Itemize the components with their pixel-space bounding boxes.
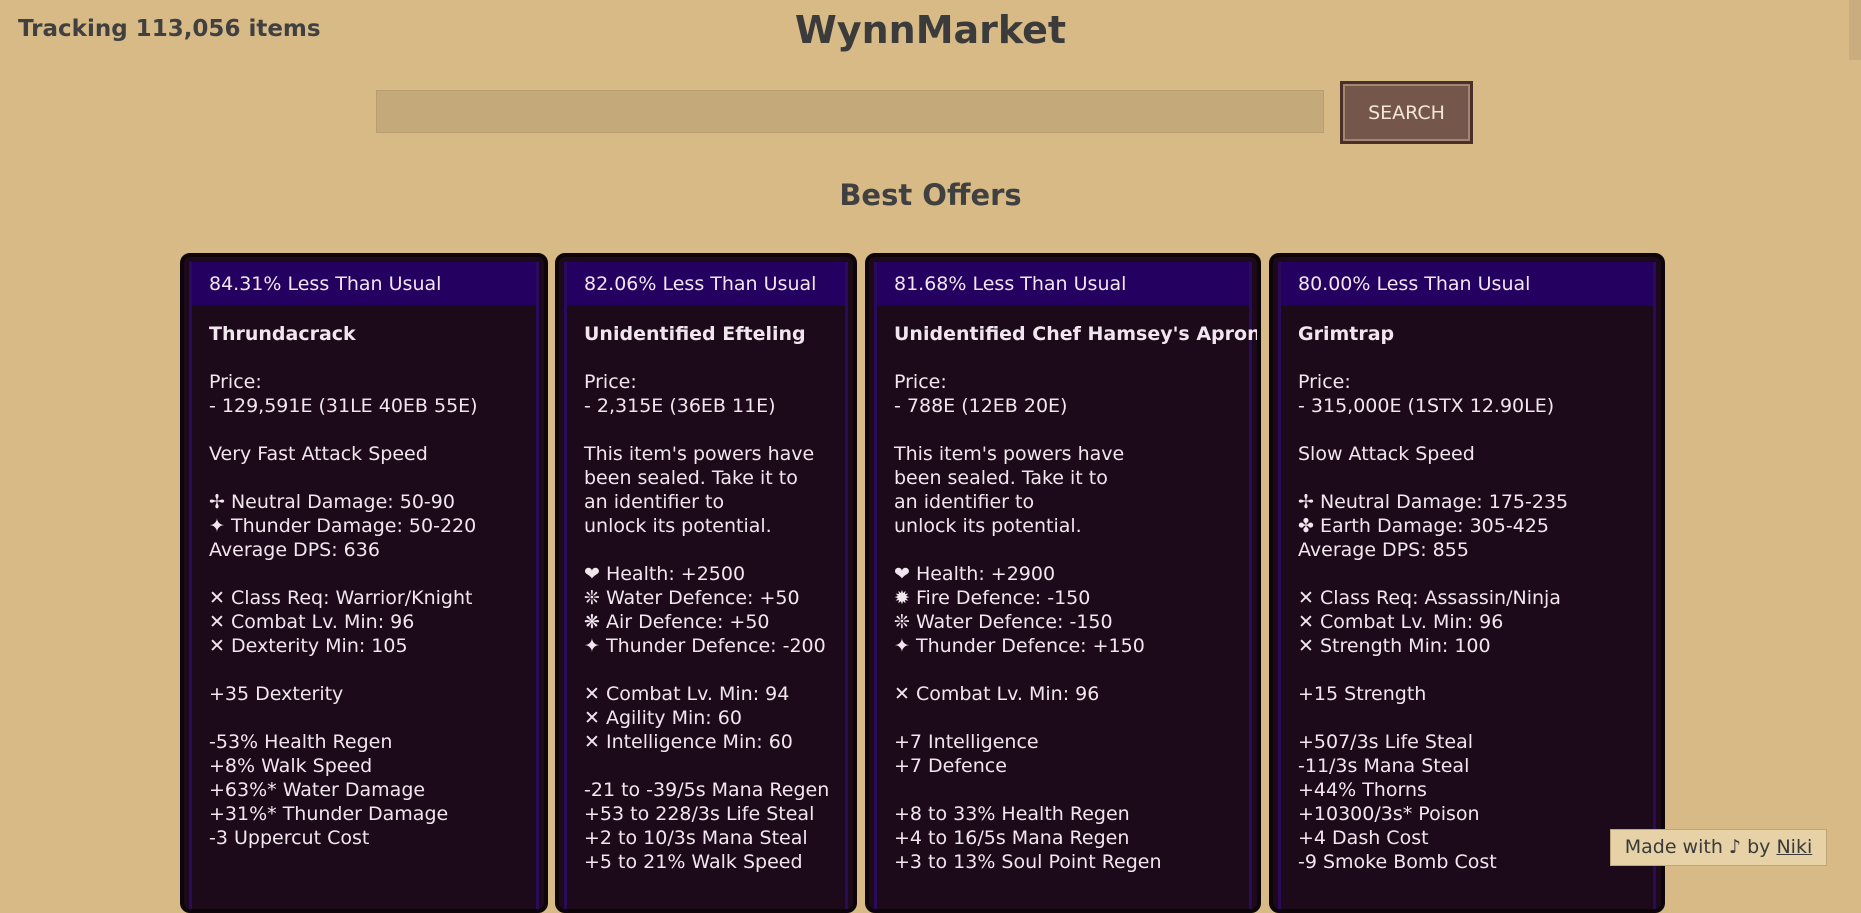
music-note-icon: ♪ — [1728, 836, 1742, 858]
item-stats: Price: - 2,315E (36EB 11E) This item's p… — [584, 371, 830, 873]
best-offers-heading: Best Offers — [839, 178, 1022, 212]
site-title[interactable]: WynnMarket — [0, 8, 1861, 52]
item-name: Grimtrap — [1298, 323, 1395, 345]
made-with-label: Made with — [1624, 836, 1723, 858]
made-with-credit: Made with ♪ by Niki — [1610, 829, 1827, 866]
scrollbar-thumb[interactable] — [1849, 0, 1861, 60]
author-link[interactable]: Niki — [1776, 836, 1812, 858]
offer-card-frame: 82.06% Less Than Usual Unidentified Efte… — [564, 262, 848, 909]
offer-card-details: Unidentified Efteling Price: - 2,315E (3… — [584, 322, 841, 874]
offer-card-frame: 80.00% Less Than Usual Grimtrap Price: -… — [1278, 262, 1656, 909]
item-name: Unidentified Efteling — [584, 323, 806, 345]
offer-discount-badge: 81.68% Less Than Usual — [877, 262, 1249, 306]
offer-card-frame: 81.68% Less Than Usual Unidentified Chef… — [874, 262, 1261, 909]
offer-card-details: Grimtrap Price: - 315,000E (1STX 12.90LE… — [1298, 322, 1649, 874]
offer-card[interactable]: 80.00% Less Than Usual Grimtrap Price: -… — [1269, 253, 1665, 913]
offer-discount-badge: 80.00% Less Than Usual — [1281, 262, 1653, 306]
item-name: Unidentified Chef Hamsey's Apron — [894, 323, 1261, 345]
by-label: by — [1747, 836, 1771, 858]
offer-card-frame: 84.31% Less Than Usual Thrundacrack Pric… — [189, 262, 539, 909]
offer-card-details: Unidentified Chef Hamsey's Apron Price: … — [894, 322, 1261, 874]
item-stats: Price: - 788E (12EB 20E) This item's pow… — [894, 371, 1162, 873]
offer-card[interactable]: 84.31% Less Than Usual Thrundacrack Pric… — [180, 253, 548, 913]
offer-card[interactable]: 81.68% Less Than Usual Unidentified Chef… — [865, 253, 1261, 913]
item-stats: Price: - 315,000E (1STX 12.90LE) Slow At… — [1298, 371, 1569, 873]
item-stats: Price: - 129,591E (31LE 40EB 55E) Very F… — [209, 371, 478, 849]
offer-discount-badge: 84.31% Less Than Usual — [192, 262, 536, 306]
item-name: Thrundacrack — [209, 323, 356, 345]
offer-discount-badge: 82.06% Less Than Usual — [567, 262, 845, 306]
search-button[interactable]: SEARCH — [1340, 81, 1473, 144]
search-input[interactable] — [376, 90, 1324, 133]
offer-card[interactable]: 82.06% Less Than Usual Unidentified Efte… — [555, 253, 857, 913]
offer-card-details: Thrundacrack Price: - 129,591E (31LE 40E… — [209, 322, 532, 850]
